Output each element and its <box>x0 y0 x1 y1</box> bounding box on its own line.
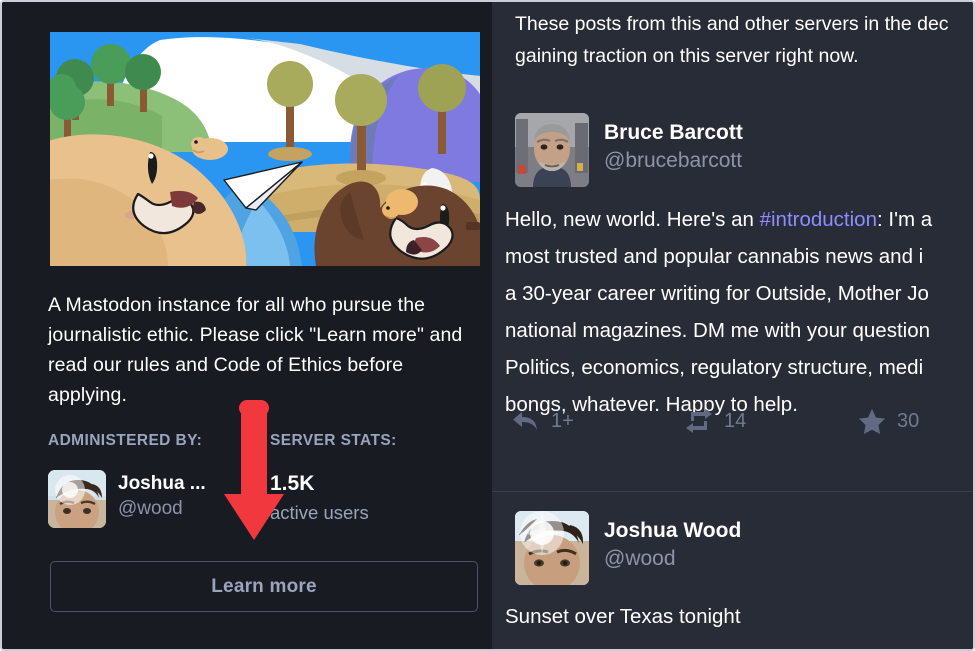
server-description: A Mastodon instance for all who pursue t… <box>48 294 463 406</box>
learn-more-button[interactable]: Learn more <box>50 561 478 612</box>
administered-by-label: ADMINISTERED BY: <box>48 432 203 449</box>
active-users-value: 1.5K <box>270 472 315 495</box>
favourite-star-icon <box>858 408 886 434</box>
reply-button[interactable]: 1+ <box>512 409 685 433</box>
timeline-panel: These posts from this and other servers … <box>492 2 973 649</box>
post-display-name: Joshua Wood <box>604 519 742 542</box>
timeline-intro-line-2: gaining traction on this server right no… <box>515 45 859 67</box>
post-line: national magazines. DM me with your ques… <box>505 319 931 342</box>
timeline-intro-line-1: These posts from this and other servers … <box>515 13 949 35</box>
post-display-name: Bruce Barcott <box>604 121 743 144</box>
post-handle: @brucebarcott <box>604 149 743 172</box>
post-line: most trusted and popular cannabis news a… <box>505 245 924 268</box>
post-text: : I'm a <box>876 208 933 231</box>
admin-account-row[interactable]: Joshua ... @wood <box>48 470 206 528</box>
admin-handle: @wood <box>118 498 183 519</box>
favourite-count: 30 <box>897 409 920 432</box>
active-users-label: active users <box>270 502 369 523</box>
admin-display-name: Joshua ... <box>118 473 206 494</box>
screenshot-frame: A Mastodon instance for all who pursue t… <box>0 0 975 651</box>
server-stats-label: SERVER STATS: <box>270 432 397 449</box>
server-info-panel: A Mastodon instance for all who pursue t… <box>2 2 492 649</box>
post-line: Sunset over Texas tonight <box>505 605 741 628</box>
post-text: Hello, new world. Here's an <box>505 208 760 231</box>
reply-count: 1+ <box>551 409 574 432</box>
post-avatar[interactable] <box>515 511 589 585</box>
post-line: Politics, economics, regulatory structur… <box>505 356 924 379</box>
post-handle: @wood <box>604 547 676 570</box>
favourite-button[interactable]: 30 <box>858 408 919 434</box>
post-content: Sunset over Texas tonight <box>505 598 973 635</box>
post-line: Hello, new world. Here's an #introductio… <box>505 201 973 238</box>
boost-button[interactable]: 14 <box>685 409 858 433</box>
post-action-bar: 1+ 14 30 <box>512 408 964 434</box>
boost-count: 14 <box>724 409 747 432</box>
post-author[interactable]: Bruce Barcott @brucebarcott <box>515 113 743 187</box>
reply-icon <box>512 409 540 433</box>
hashtag-link[interactable]: #introduction <box>760 208 877 231</box>
mastodon-hero-illustration <box>50 32 480 266</box>
post-item[interactable]: Joshua Wood @wood Sunset over Texas toni… <box>492 493 973 649</box>
post-content: Hello, new world. Here's an #introductio… <box>505 201 973 423</box>
post-author[interactable]: Joshua Wood @wood <box>515 511 741 585</box>
boost-icon <box>685 409 713 433</box>
admin-avatar[interactable] <box>48 470 106 528</box>
post-item[interactable]: Bruce Barcott @brucebarcott Hello, new w… <box>492 95 973 492</box>
post-avatar[interactable] <box>515 113 589 187</box>
post-line: a 30-year career writing for Outside, Mo… <box>505 282 929 305</box>
timeline-intro-text: These posts from this and other servers … <box>515 8 973 72</box>
